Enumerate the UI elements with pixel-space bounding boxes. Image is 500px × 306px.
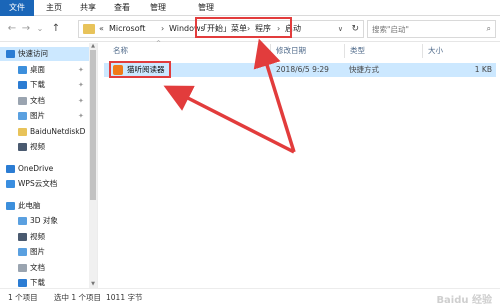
scroll-down-icon[interactable]: ▼ [89,281,97,288]
search-input[interactable] [372,22,476,36]
scroll-up-icon[interactable]: ▲ [89,43,97,50]
sidebar-item-label: 此电脑 [18,200,41,210]
sidebar-item[interactable]: 此电脑 [0,199,97,213]
cloud-icon [6,164,15,173]
file-size: 1 KB [474,65,492,74]
tab-share[interactable]: 共享 [74,0,102,16]
refresh-icon[interactable]: ↻ [351,21,359,37]
tab-file[interactable]: 文件 [0,0,34,16]
ribbon: 文件 主页 共享 查看 管理 管理 [0,0,500,16]
desktop-icon [18,65,27,74]
sidebar-item[interactable]: 视频 [0,230,97,244]
sidebar-item-label: WPS云文档 [18,179,58,188]
document-icon [18,96,27,105]
sidebar-item-label: 视频 [30,142,45,151]
sidebar-item-label: 文档 [30,262,45,272]
sidebar-item[interactable]: 图片 ✦ [0,109,97,123]
download-icon [18,279,27,287]
sidebar-item[interactable]: 下载 ✦ [0,78,97,92]
sort-caret-icon: ^ [156,40,162,47]
breadcrumb-microsoft[interactable]: Microsoft [109,21,145,37]
sidebar-item[interactable]: 桌面 ✦ [0,63,97,77]
column-header-name[interactable]: 名称 [113,44,128,58]
sidebar-item[interactable]: 文档 ✦ [0,94,97,108]
highlight-box-file [109,61,171,78]
file-modified-date: 2018/6/5 9:29 [276,65,329,74]
up-button[interactable]: ↑ [50,22,62,36]
breadcrumb-overflow[interactable]: « [99,21,104,37]
star-icon [6,50,15,58]
sidebar-item-label: 下载 [30,80,45,89]
cube-icon [18,217,27,225]
tab-home[interactable]: 主页 [40,0,68,16]
column-divider[interactable] [422,44,423,58]
pin-icon: ✦ [78,112,84,120]
sidebar-item-label: 3D 对象 [30,216,58,225]
computer-icon [6,201,15,210]
tab-manage[interactable]: 管理 [142,0,174,16]
navigation-pane: 快速访问桌面 ✦ 下载 ✦ 文档 ✦ 图片 ✦ BaiduNetdiskD 视频 OneDrive W… [0,43,98,288]
breadcrumb-separator: › [161,24,165,33]
sidebar-item-label: 图片 [30,247,45,256]
sidebar-item[interactable]: 文档 [0,261,97,275]
document-icon [18,263,27,272]
sidebar-item[interactable]: BaiduNetdiskD [0,125,97,139]
status-item-count: 1 个项目 [8,293,38,302]
sidebar-item[interactable]: 图片 [0,245,97,259]
folder-icon [18,127,27,136]
column-divider[interactable] [344,44,345,58]
column-header-type[interactable]: 类型 [350,44,365,58]
pin-icon: ✦ [78,96,84,105]
picture-icon [18,112,27,120]
tab-view[interactable]: 查看 [108,0,136,16]
watermark: Baidu 经验 [436,295,492,306]
arrow-to-file [163,85,295,154]
highlight-box-breadcrumb [195,17,292,38]
sidebar-item-label: 文档 [30,95,45,105]
column-divider[interactable] [270,44,271,58]
sidebar-item[interactable]: 下载 [0,276,97,288]
sidebar-item[interactable]: 3D 对象 [0,214,97,228]
download-icon [18,81,27,89]
status-selected-size: 1011 字节 [106,293,143,302]
forward-button[interactable]: → [20,22,32,36]
video-icon [18,143,27,151]
sidebar-item[interactable]: WPS云文档 [0,177,97,191]
sidebar-item-label: 快速访问 [18,49,48,58]
recent-locations-button[interactable]: ⌄ [34,22,46,36]
sidebar-item[interactable]: OneDrive [0,162,97,176]
sidebar-item-label: BaiduNetdiskD [30,126,86,136]
sidebar-item[interactable]: 快速访问 [0,47,97,61]
cloud-icon [6,180,15,188]
sidebar-item-label: 图片 [30,111,45,120]
sidebar-item-label: OneDrive [18,163,54,173]
pin-icon: ✦ [78,81,84,89]
picture-icon [18,248,27,256]
sidebar-item[interactable]: 视频 [0,140,97,154]
sidebar-item-label: 桌面 [30,64,45,74]
back-button[interactable]: ← [6,22,18,36]
tab-manage-2[interactable]: 管理 [190,0,222,16]
search-icon[interactable]: ⌕ [487,22,491,36]
sidebar-scroll-thumb[interactable] [90,50,96,200]
chevron-down-icon[interactable]: ∨ [338,21,343,37]
folder-icon [83,24,95,34]
status-bar: 1 个项目 选中 1 个项目 1011 字节 Baidu 经验 [0,288,500,306]
status-selected-count: 选中 1 个项目 [54,293,102,302]
search-box[interactable]: ⌕ [367,20,496,38]
column-header-modified[interactable]: 修改日期 [276,44,306,58]
column-header-size[interactable]: 大小 [428,44,443,58]
pin-icon: ✦ [78,65,84,74]
file-type: 快捷方式 [349,65,379,74]
sidebar-item-label: 视频 [30,231,45,241]
sidebar-item-label: 下载 [30,278,45,287]
video-icon [18,232,27,241]
